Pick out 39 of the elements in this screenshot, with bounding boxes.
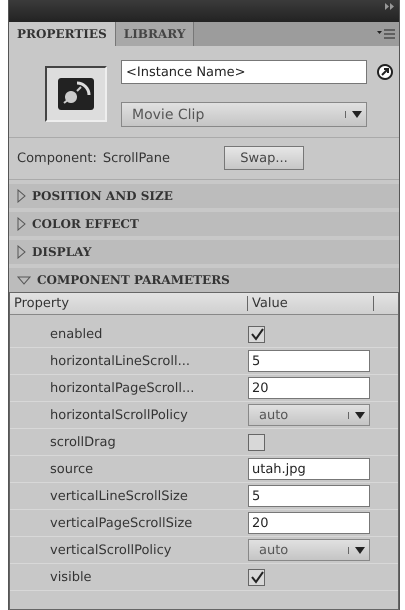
property-name: source	[49, 462, 94, 476]
section-header[interactable]: COMPONENT PARAMETERS	[9, 268, 399, 292]
symbol-type-dropdown[interactable]: Movie Clip	[121, 102, 367, 127]
property-name: scrollDrag	[49, 434, 117, 450]
component-label: Component:	[17, 150, 97, 166]
tab[interactable]: LIBRARY	[116, 22, 194, 46]
caret-icon	[355, 412, 365, 418]
value-field[interactable]: 20	[248, 377, 370, 399]
instance-name-field[interactable]: <Instance Name>	[121, 60, 367, 84]
checkbox[interactable]	[248, 434, 265, 450]
property-name: verticalPageScrollSize	[49, 516, 194, 530]
section-header[interactable]: DISPLAY	[9, 240, 399, 264]
menu-icon[interactable]	[377, 29, 395, 39]
column-header: Value	[248, 296, 374, 311]
caret-icon	[352, 111, 362, 118]
property-name: enabled	[49, 326, 104, 342]
value-dropdown[interactable]: auto	[248, 404, 370, 426]
checkbox[interactable]	[248, 568, 265, 586]
property-name: visible	[49, 570, 93, 584]
value-field[interactable]: 20	[248, 512, 370, 534]
component-name: ScrollPane	[102, 150, 170, 166]
caret-icon	[355, 546, 365, 554]
collapse-arrows-icon[interactable]	[385, 3, 395, 10]
column-header: Property	[10, 296, 248, 311]
property-name: verticalLineScrollSize	[49, 488, 189, 504]
property-name: horizontalScrollPolicy	[49, 408, 189, 422]
property-name: verticalScrollPolicy	[49, 542, 173, 558]
checkbox[interactable]	[248, 326, 265, 342]
tab[interactable]: PROPERTIES	[9, 22, 116, 46]
component-icon	[57, 77, 95, 111]
value-field[interactable]: utah.jpg	[248, 458, 370, 480]
value-field[interactable]: 5	[248, 485, 370, 507]
value-field[interactable]: 5	[248, 350, 370, 372]
value-dropdown[interactable]: auto	[248, 539, 370, 561]
property-name: horizontalPageScroll...	[49, 380, 196, 396]
property-name: horizontalLineScroll...	[49, 354, 191, 368]
section-header[interactable]: COLOR EFFECT	[9, 212, 399, 236]
swap-button[interactable]: Swap...	[224, 146, 304, 170]
section-header[interactable]: POSITION AND SIZE	[9, 184, 399, 208]
